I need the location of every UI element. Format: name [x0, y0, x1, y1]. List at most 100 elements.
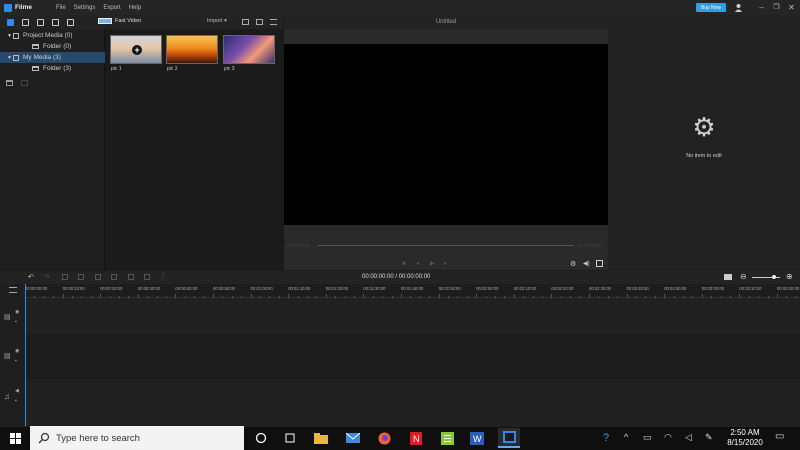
volume-icon[interactable]: ◁ — [685, 432, 692, 443]
netflix-icon[interactable]: N — [405, 428, 427, 448]
account-icon[interactable] — [734, 3, 743, 12]
text-tab-icon[interactable] — [50, 17, 60, 27]
tree-item-label: Folder (3) — [43, 65, 72, 72]
cortana-icon[interactable] — [250, 428, 272, 448]
ruler-tick-label: 00:01:10:00 — [288, 286, 311, 291]
pen-icon[interactable]: ✎ — [705, 432, 713, 443]
stop-icon[interactable]: ■ — [402, 261, 406, 267]
file-explorer-icon[interactable] — [310, 428, 332, 448]
ruler-tick-label: 00:03:20:00 — [777, 286, 800, 291]
previous-frame-icon[interactable]: ◂ — [416, 260, 419, 267]
notifications-icon[interactable]: ▭ — [775, 431, 784, 442]
fast-video-button[interactable]: Fast Video — [98, 18, 141, 24]
edit-icon[interactable]: / — [162, 273, 164, 280]
undo-icon[interactable]: ↶ — [28, 273, 34, 281]
word-icon[interactable]: W — [466, 428, 488, 448]
empty-properties-text: No item to edit — [686, 153, 722, 159]
add-to-timeline-icon[interactable]: + — [132, 45, 142, 55]
tree-item-folder-3[interactable]: Folder (3) — [0, 63, 105, 74]
clock-time: 2:50 AM — [730, 428, 760, 437]
start-button[interactable] — [0, 426, 30, 450]
snapshot-icon[interactable] — [724, 274, 732, 280]
add-folder-icon[interactable] — [6, 80, 13, 86]
play-icon[interactable]: ▶ — [430, 260, 435, 267]
menu-settings[interactable]: Settings — [74, 5, 96, 11]
notes-app-icon[interactable] — [436, 428, 458, 448]
tree-item-my-media[interactable]: ▼ My Media (3) — [0, 52, 105, 63]
tree-item-label: Project Media (0) — [23, 32, 73, 39]
crop-icon[interactable] — [95, 274, 101, 280]
import-label: Import — [207, 18, 223, 24]
import-dropdown[interactable]: Import ▾ — [207, 18, 227, 24]
menu-help[interactable]: Help — [129, 5, 141, 11]
transitions-tab-icon[interactable] — [35, 17, 45, 27]
fullscreen-icon[interactable] — [596, 260, 603, 267]
speed-icon[interactable] — [128, 274, 134, 280]
media-item-label: pic 2 — [167, 66, 178, 72]
next-frame-icon[interactable]: ▸ — [444, 260, 447, 267]
media-tab-icon[interactable] — [5, 17, 15, 27]
timeline-ruler[interactable]: 00:00:00:00 00:00:10:00 00:00:20:00 00:00:3… — [24, 284, 800, 298]
visibility-icon[interactable]: ◉ — [15, 348, 19, 354]
search-icon — [38, 432, 50, 444]
media-item-pic-1[interactable]: + — [110, 35, 162, 64]
sort-icon[interactable] — [270, 19, 277, 25]
help-icon[interactable]: ? — [603, 432, 609, 444]
settings-gear-icon[interactable]: ⚙ — [570, 260, 576, 268]
menu-file[interactable]: File — [56, 5, 66, 11]
zoom-in-icon[interactable]: ⊕ — [786, 272, 793, 281]
tree-item-folder-0[interactable]: Folder (0) — [0, 41, 105, 52]
folder-icon[interactable] — [256, 19, 263, 25]
taskbar-search-box[interactable]: Type here to search — [30, 426, 244, 450]
buy-now-button[interactable]: Buy Now — [696, 3, 726, 12]
zoom-slider-handle[interactable] — [772, 275, 776, 279]
visibility-icon[interactable]: ◉ — [15, 309, 19, 315]
playhead[interactable] — [25, 284, 26, 426]
battery-icon[interactable]: ▭ — [643, 432, 652, 443]
video-track-1[interactable] — [24, 298, 800, 334]
lock-icon[interactable]: ▪ — [15, 398, 17, 404]
rotate-icon[interactable] — [111, 274, 117, 280]
restore-icon[interactable]: ❐ — [772, 3, 781, 12]
cut-icon[interactable] — [78, 274, 84, 280]
delete-folder-icon[interactable] — [21, 80, 28, 86]
thumbnail-image — [167, 36, 217, 63]
music-tab-icon[interactable] — [65, 17, 75, 27]
layers-icon[interactable] — [242, 19, 249, 25]
split-icon[interactable] — [144, 274, 150, 280]
volume-icon[interactable]: ◀) — [583, 260, 590, 267]
show-hidden-icons[interactable]: ^ — [624, 432, 628, 442]
filme-taskbar-icon[interactable] — [498, 428, 520, 448]
menu-export[interactable]: Export — [103, 5, 120, 11]
filme-logo-icon — [4, 3, 12, 12]
wifi-icon[interactable]: ◠ — [664, 432, 672, 443]
system-clock[interactable]: 2:50 AM 8/15/2020 — [722, 428, 768, 448]
lock-icon[interactable]: ▪ — [15, 358, 17, 364]
media-item-label: pic 1 — [111, 66, 122, 72]
task-view-icon[interactable] — [279, 428, 301, 448]
music-note-icon: ♫ — [4, 392, 10, 401]
video-track-2[interactable] — [24, 334, 800, 379]
media-item-pic-3[interactable] — [223, 35, 275, 64]
delete-icon[interactable] — [62, 274, 68, 280]
ruler-tick-label: 00:02:30:00 — [589, 286, 612, 291]
volume-icon[interactable]: ◀ — [15, 388, 19, 394]
media-item-pic-2[interactable] — [166, 35, 218, 64]
tree-item-project-media[interactable]: ▼ Project Media (0) — [0, 30, 105, 41]
lock-icon[interactable]: ▪ — [15, 319, 17, 325]
mail-icon[interactable] — [342, 428, 364, 448]
effects-tab-icon[interactable] — [20, 17, 30, 27]
video-track-icon: ▤ — [4, 314, 11, 321]
audio-track[interactable] — [24, 379, 800, 426]
preview-progress-slider[interactable] — [318, 245, 574, 246]
app-logo: Filme — [4, 3, 32, 12]
zoom-out-icon[interactable]: ⊖ — [740, 272, 747, 281]
track-menu-icon[interactable] — [9, 287, 17, 293]
minimize-icon[interactable]: – — [757, 3, 766, 12]
playback-controls: ■ ◂ ▶ ▸ ⚙ ◀) — [284, 257, 608, 270]
firefox-icon[interactable] — [373, 428, 395, 448]
grid-icon — [13, 32, 19, 39]
redo-icon[interactable]: ↷ — [44, 273, 50, 281]
tree-item-label: Folder (0) — [43, 43, 72, 50]
close-icon[interactable]: ✕ — [787, 3, 796, 12]
